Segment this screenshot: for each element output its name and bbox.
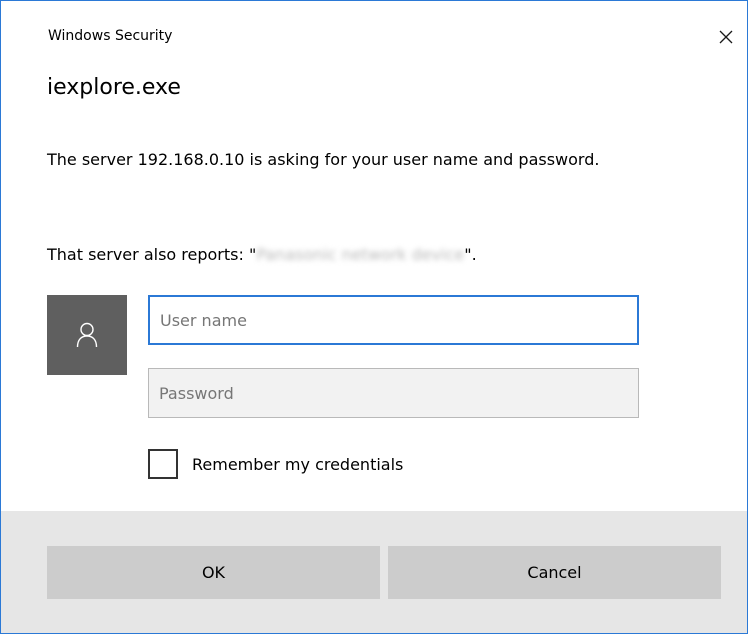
dialog-title: Windows Security xyxy=(48,28,173,44)
user-icon xyxy=(76,322,98,348)
remember-credentials-checkbox[interactable] xyxy=(148,449,178,479)
ok-button[interactable]: OK xyxy=(47,546,380,599)
windows-security-dialog: Windows Security iexplore.exe The server… xyxy=(0,0,748,634)
auth-message: The server 192.168.0.10 is asking for yo… xyxy=(47,150,600,169)
server-reports-text: That server also reports: "Panasonic net… xyxy=(47,242,477,268)
username-input[interactable] xyxy=(148,295,639,345)
close-icon xyxy=(719,30,733,44)
cancel-button[interactable]: Cancel xyxy=(388,546,721,599)
reports-suffix: ". xyxy=(464,245,477,264)
user-avatar-tile xyxy=(47,295,127,375)
app-name: iexplore.exe xyxy=(47,75,181,100)
dialog-content: Windows Security iexplore.exe The server… xyxy=(1,1,747,511)
password-input[interactable] xyxy=(148,368,639,418)
remember-credentials-option[interactable]: Remember my credentials xyxy=(148,449,403,479)
server-realm: Panasonic network device xyxy=(256,245,465,264)
close-button[interactable] xyxy=(709,21,743,53)
remember-credentials-label: Remember my credentials xyxy=(192,454,404,474)
reports-prefix: That server also reports: " xyxy=(47,245,257,264)
